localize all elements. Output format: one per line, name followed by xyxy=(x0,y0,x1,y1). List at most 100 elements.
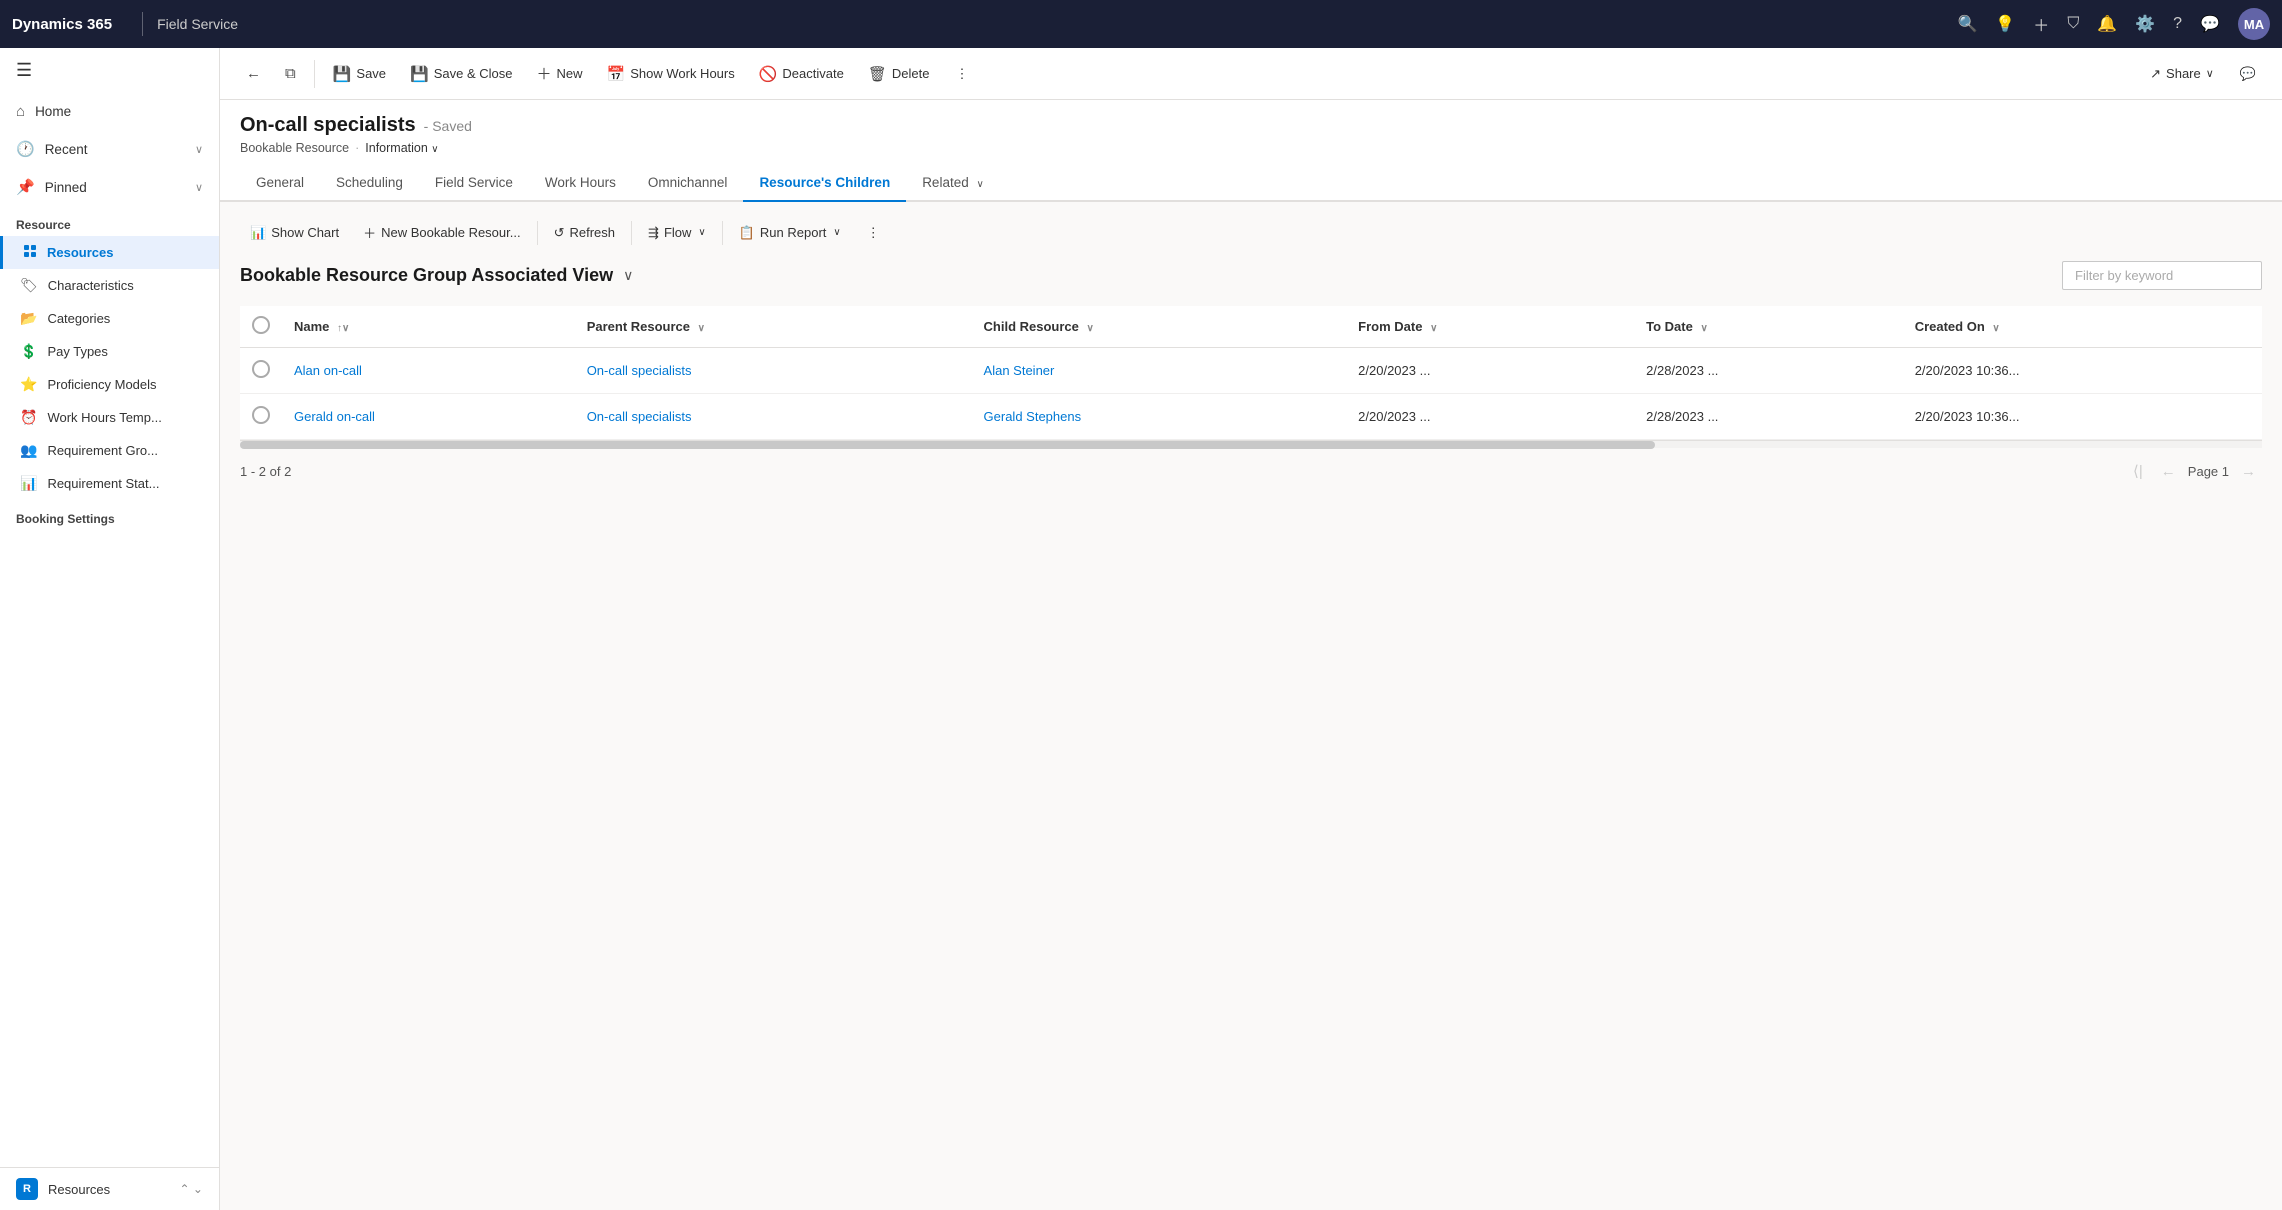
deactivate-label: Deactivate xyxy=(782,66,843,81)
select-all-checkbox[interactable] xyxy=(252,316,270,334)
select-all-header[interactable] xyxy=(240,306,282,348)
refresh-button[interactable]: ↺ Refresh xyxy=(544,220,625,246)
sidebar-item-proficiency-models[interactable]: ⭐ Proficiency Models xyxy=(0,368,219,401)
sidebar-pinned-label: Pinned xyxy=(45,180,87,195)
row-1-name[interactable]: Gerald on-call xyxy=(282,394,575,440)
sidebar-item-recent[interactable]: 🕐 Recent ∨ xyxy=(0,130,219,168)
view-title-chevron-icon[interactable]: ∨ xyxy=(623,267,633,284)
tab-field-service[interactable]: Field Service xyxy=(419,165,529,202)
row-0-checkbox[interactable] xyxy=(252,360,270,378)
sidebar-item-resources[interactable]: Resources xyxy=(0,236,219,269)
new-bookable-button[interactable]: ＋ New Bookable Resour... xyxy=(353,218,530,247)
hamburger-button[interactable]: ☰ xyxy=(0,48,219,93)
filter-icon[interactable]: ⛉ xyxy=(2067,15,2079,33)
filter-input[interactable] xyxy=(2062,261,2262,290)
deactivate-button[interactable]: 🚫 Deactivate xyxy=(749,59,854,89)
share-button[interactable]: ↗ Share ∨ xyxy=(2140,60,2224,88)
row-0-child-resource[interactable]: Alan Steiner xyxy=(972,348,1347,394)
sidebar-item-work-hours-temp[interactable]: ⏰ Work Hours Temp... xyxy=(0,401,219,434)
popout-button[interactable]: ⧉ xyxy=(275,59,306,88)
search-icon[interactable]: 🔍 xyxy=(1957,14,1977,34)
flow-button[interactable]: ⇶ Flow ∨ xyxy=(638,220,716,246)
sidebar-item-requirement-gro[interactable]: 👥 Requirement Gro... xyxy=(0,434,219,467)
settings-icon[interactable]: ⚙️ xyxy=(2135,14,2155,34)
sidebar-item-categories[interactable]: 📂 Categories xyxy=(0,302,219,335)
share-chevron-icon: ∨ xyxy=(2206,67,2214,80)
col-parent-resource[interactable]: Parent Resource ∨ xyxy=(575,306,972,348)
row-1-checkbox-cell[interactable] xyxy=(240,394,282,440)
row-1-parent-resource[interactable]: On-call specialists xyxy=(575,394,972,440)
tab-omnichannel-label: Omnichannel xyxy=(648,175,728,190)
tab-general[interactable]: General xyxy=(240,165,320,202)
delete-button[interactable]: 🗑 Delete xyxy=(858,59,940,89)
next-page-button[interactable]: → xyxy=(2235,461,2262,482)
chat-panel-button[interactable]: 💬 xyxy=(2230,60,2266,88)
more-button[interactable]: ⋮ xyxy=(945,60,978,88)
help-icon[interactable]: ? xyxy=(2173,15,2182,33)
sidebar-item-characteristics[interactable]: 🏷 Characteristics xyxy=(0,269,219,302)
subarea: 📊 Show Chart ＋ New Bookable Resour... ↺ … xyxy=(220,202,2282,1210)
tab-resources-children-label: Resource's Children xyxy=(759,175,890,190)
sidebar-item-requirement-stat[interactable]: 📊 Requirement Stat... xyxy=(0,467,219,500)
tab-related[interactable]: Related ∨ xyxy=(906,165,1000,202)
col-created-on-label: Created On xyxy=(1915,319,1985,334)
page-saved-status: - Saved xyxy=(424,118,472,134)
page-title: On-call specialists xyxy=(240,114,416,137)
pay-types-icon: 💲 xyxy=(20,343,37,360)
run-report-button[interactable]: 📋 Run Report ∨ xyxy=(729,220,851,246)
sub-toolbar-more-button[interactable]: ⋮ xyxy=(857,220,890,246)
tab-resources-children[interactable]: Resource's Children xyxy=(743,165,906,202)
row-1-checkbox[interactable] xyxy=(252,406,270,424)
new-button[interactable]: ＋ New xyxy=(527,57,593,90)
save-button[interactable]: 💾 Save xyxy=(323,59,396,89)
col-name[interactable]: Name ↑∨ xyxy=(282,306,575,348)
back-button[interactable]: ← xyxy=(236,59,271,88)
bell-icon[interactable]: 🔔 xyxy=(2097,14,2117,34)
avatar[interactable]: MA xyxy=(2238,8,2270,40)
prev-page-button[interactable]: ← xyxy=(2155,461,2182,482)
sidebar-item-home[interactable]: ⌂ Home xyxy=(0,93,219,130)
sidebar-home-label: Home xyxy=(35,104,71,119)
sub-toolbar-divider xyxy=(537,221,538,245)
row-1-child-resource[interactable]: Gerald Stephens xyxy=(972,394,1347,440)
tab-work-hours[interactable]: Work Hours xyxy=(529,165,632,202)
col-child-resource[interactable]: Child Resource ∨ xyxy=(972,306,1347,348)
sidebar-recent-label: Recent xyxy=(45,142,88,157)
col-created-on[interactable]: Created On ∨ xyxy=(1903,306,2262,348)
view-title-row: Bookable Resource Group Associated View … xyxy=(240,261,2262,290)
breadcrumb-view-dropdown[interactable]: Information ∨ xyxy=(365,141,438,155)
tab-omnichannel[interactable]: Omnichannel xyxy=(632,165,744,202)
row-0-name[interactable]: Alan on-call xyxy=(282,348,575,394)
sidebar-requirement-gro-label: Requirement Gro... xyxy=(47,443,158,458)
row-0-parent-resource[interactable]: On-call specialists xyxy=(575,348,972,394)
tab-scheduling[interactable]: Scheduling xyxy=(320,165,419,202)
breadcrumb-view-label: Information xyxy=(365,141,428,155)
table-row: Alan on-call On-call specialists Alan St… xyxy=(240,348,2262,394)
proficiency-icon: ⭐ xyxy=(20,376,37,393)
first-page-button[interactable]: ⟨| xyxy=(2127,460,2149,482)
sidebar-bottom-resources[interactable]: R Resources ⌃ ⌄ xyxy=(0,1168,219,1210)
sidebar-item-pay-types[interactable]: 💲 Pay Types xyxy=(0,335,219,368)
sub-toolbar-divider-2 xyxy=(631,221,632,245)
show-work-hours-button[interactable]: 📅 Show Work Hours xyxy=(597,59,745,89)
run-report-icon: 📋 xyxy=(739,225,755,241)
col-name-label: Name xyxy=(294,319,329,334)
bulb-icon[interactable]: 💡 xyxy=(1995,14,2015,34)
chat-icon[interactable]: 💬 xyxy=(2200,14,2220,34)
col-from-date[interactable]: From Date ∨ xyxy=(1346,306,1634,348)
col-to-date[interactable]: To Date ∨ xyxy=(1634,306,1903,348)
booking-section-header: Booking Settings xyxy=(0,500,219,530)
save-close-button[interactable]: 💾 Save & Close xyxy=(400,59,522,89)
sidebar-item-pinned[interactable]: 📌 Pinned ∨ xyxy=(0,168,219,206)
horizontal-scrollbar[interactable] xyxy=(240,440,2262,448)
pinned-chevron-icon: ∨ xyxy=(195,181,203,194)
requirement-gro-icon: 👥 xyxy=(20,442,37,459)
plus-icon[interactable]: ＋ xyxy=(2033,12,2049,36)
col-parent-resource-label: Parent Resource xyxy=(587,319,690,334)
flow-label: Flow xyxy=(664,225,691,240)
app-brand[interactable]: Dynamics 365 xyxy=(12,16,128,33)
row-0-checkbox-cell[interactable] xyxy=(240,348,282,394)
show-chart-button[interactable]: 📊 Show Chart xyxy=(240,220,349,246)
row-1-from-date: 2/20/2023 ... xyxy=(1346,394,1634,440)
row-0-to-date: 2/28/2023 ... xyxy=(1634,348,1903,394)
